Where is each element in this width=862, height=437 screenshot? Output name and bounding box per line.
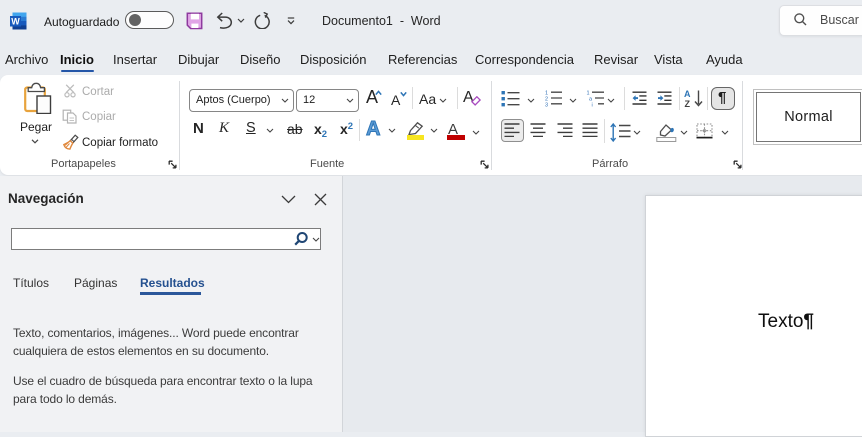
svg-text:W: W — [11, 17, 20, 27]
svg-text:A: A — [684, 89, 691, 99]
svg-text:i: i — [592, 103, 593, 108]
svg-text:3: 3 — [545, 103, 548, 108]
svg-text:Z: Z — [685, 99, 691, 108]
